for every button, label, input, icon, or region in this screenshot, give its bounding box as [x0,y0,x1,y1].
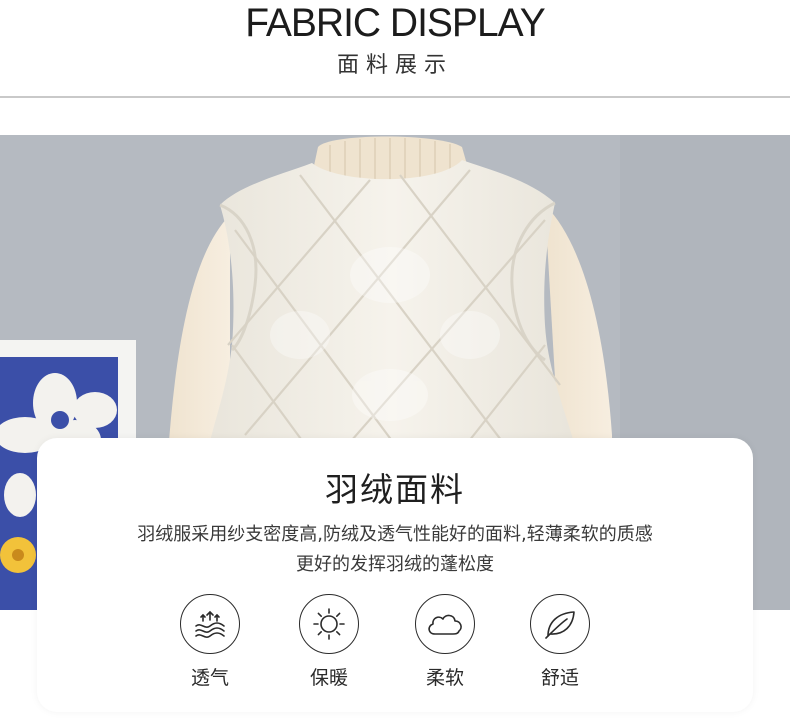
leaf-icon [530,594,590,654]
sun-icon [299,594,359,654]
description-line-1: 羽绒服采用纱支密度高,防绒及透气性能好的面料,轻薄柔软的质感 [137,524,653,545]
breathable-icon [180,594,240,654]
fabric-info-card: 羽绒面料 羽绒服采用纱支密度高,防绒及透气性能好的面料,轻薄柔软的质感 更好的发… [37,438,753,712]
feature-label: 保暖 [309,667,348,689]
feature-label: 透气 [190,667,229,689]
feature-warm: 保暖 [289,594,369,690]
description-line-2: 更好的发挥羽绒的蓬松度 [296,554,494,575]
feature-soft: 柔软 [405,594,485,690]
card-title: 羽绒面料 [325,470,465,509]
page: FABRIC DISPLAY 面料展示 羽绒面料 羽绒服采用纱支密度高,防绒及透… [0,0,790,723]
cloud-icon [415,594,475,654]
header-divider [0,96,790,98]
feature-label: 舒适 [540,667,579,689]
card-description: 羽绒服采用纱支密度高,防绒及透气性能好的面料,轻薄柔软的质感 更好的发挥羽绒的蓬… [97,520,693,580]
page-title: FABRIC DISPLAY [245,1,546,46]
feature-comfortable: 舒适 [520,594,600,690]
feature-list: 透气 保暖 柔软 舒适 [37,594,753,694]
feature-breathable: 透气 [170,594,250,690]
feature-label: 柔软 [425,667,464,689]
page-subtitle: 面料展示 [336,53,453,78]
